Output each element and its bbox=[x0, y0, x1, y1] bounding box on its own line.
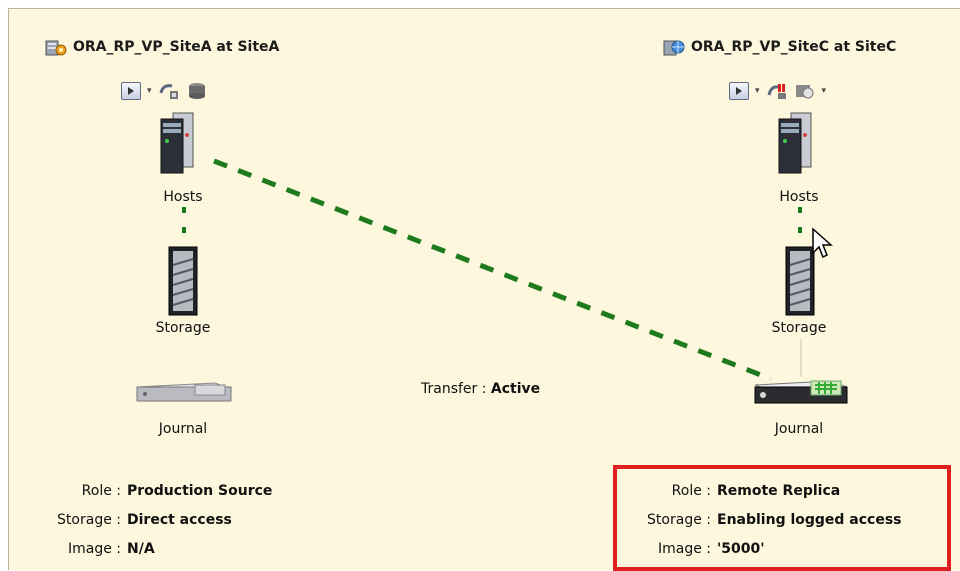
image-key-c: Image : bbox=[657, 541, 711, 557]
switch-alert-icon[interactable] bbox=[766, 81, 788, 101]
storage-action-icon[interactable] bbox=[186, 81, 208, 101]
site-globe-icon bbox=[663, 40, 685, 56]
storage-label-c: Storage bbox=[771, 320, 827, 336]
storage-key-a: Storage : bbox=[57, 512, 121, 528]
storage-key-c: Storage : bbox=[647, 512, 711, 528]
transfer-value: Active bbox=[490, 381, 541, 397]
console-menu-arrow[interactable]: ▾ bbox=[147, 86, 152, 96]
console-button[interactable] bbox=[729, 82, 749, 100]
storage-value-c: Enabling logged access bbox=[717, 512, 902, 528]
server-icon[interactable] bbox=[153, 109, 213, 175]
role-row-c: Role : Remote Replica bbox=[621, 483, 902, 512]
role-value-c: Remote Replica bbox=[717, 483, 841, 499]
role-key-a: Role : bbox=[81, 483, 121, 499]
image-access-menu-arrow[interactable]: ▾ bbox=[822, 86, 827, 96]
console-icon bbox=[736, 87, 742, 95]
site-c-header: ORA_RP_VP_SiteC at SiteC bbox=[663, 37, 896, 57]
hosts-label-a: Hosts bbox=[163, 189, 203, 205]
transfer-status: Transfer : Active bbox=[421, 381, 540, 397]
role-row-a: Role : Production Source bbox=[11, 483, 273, 512]
host-link-a-c bbox=[213, 158, 772, 382]
journal-appliance-icon[interactable] bbox=[753, 373, 849, 409]
storage-row-c: Storage : Enabling logged access bbox=[621, 512, 902, 541]
site-a-toolbar: ▾ bbox=[121, 81, 208, 101]
image-access-icon[interactable] bbox=[794, 81, 816, 101]
site-gear-icon bbox=[45, 40, 67, 56]
image-row-c: Image : '5000' bbox=[621, 541, 902, 570]
site-a-header: ORA_RP_VP_SiteA at SiteA bbox=[45, 37, 279, 57]
storage-row-a: Storage : Direct access bbox=[11, 512, 272, 541]
storage-array-icon[interactable] bbox=[167, 245, 201, 319]
site-a-info: Role : Production Source Storage : Direc… bbox=[11, 483, 272, 570]
storage-value-a: Direct access bbox=[127, 512, 232, 528]
transfer-label: Transfer : bbox=[421, 381, 487, 397]
site-c-toolbar: ▾ ▾ bbox=[729, 81, 826, 101]
switch-icon[interactable] bbox=[158, 81, 180, 101]
storage-label-a: Storage bbox=[155, 320, 211, 336]
site-c-title: ORA_RP_VP_SiteC at SiteC bbox=[691, 39, 897, 55]
image-row-a: Image : N/A bbox=[11, 541, 272, 570]
image-value-a: N/A bbox=[127, 541, 155, 557]
site-c-info: Role : Remote Replica Storage : Enabling… bbox=[621, 483, 902, 570]
journal-label-a: Journal bbox=[158, 421, 208, 437]
role-key-c: Role : bbox=[671, 483, 711, 499]
journal-label-c: Journal bbox=[774, 421, 824, 437]
replication-topology-panel: ORA_RP_VP_SiteA at SiteA ▾ ORA_RP_VP_Sit… bbox=[8, 8, 960, 571]
journal-appliance-icon[interactable] bbox=[135, 375, 233, 409]
console-icon bbox=[128, 87, 134, 95]
image-value-c: '5000' bbox=[717, 541, 765, 557]
image-key-a: Image : bbox=[67, 541, 121, 557]
site-a-title: ORA_RP_VP_SiteA at SiteA bbox=[73, 39, 280, 55]
console-button[interactable] bbox=[121, 82, 141, 100]
console-menu-arrow[interactable]: ▾ bbox=[755, 86, 760, 96]
mouse-cursor-icon bbox=[812, 227, 833, 259]
server-icon[interactable] bbox=[771, 109, 831, 175]
hosts-label-c: Hosts bbox=[779, 189, 819, 205]
role-value-a: Production Source bbox=[127, 483, 273, 499]
